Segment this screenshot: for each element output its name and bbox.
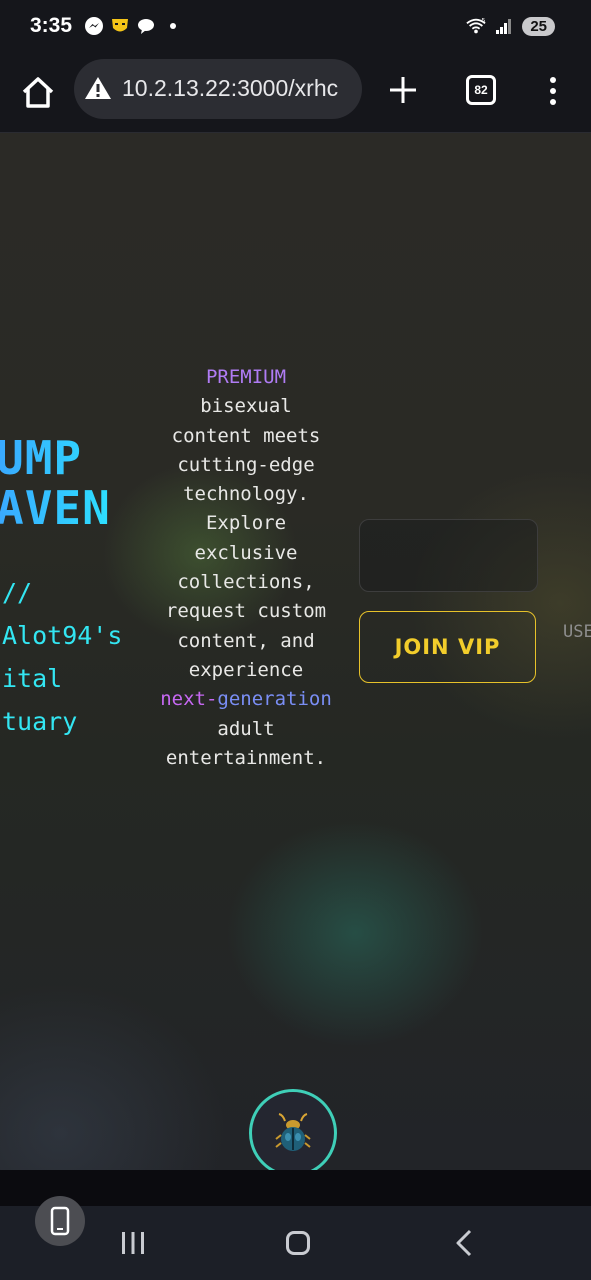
notification-icons — [84, 16, 176, 36]
beetle-icon — [275, 1113, 311, 1151]
page-content: UMP AVEN // Alot94's ital tuary PREMIUM … — [0, 133, 591, 1170]
browser-toolbar: 10.2.13.22:3000/xrhc 82 — [0, 56, 591, 133]
hero-sub-line1: // — [2, 578, 33, 607]
battery-level: 25 — [522, 16, 555, 36]
system-icons: 5 25 — [466, 16, 555, 36]
menu-dots-icon[interactable] — [540, 74, 566, 108]
hero-title: UMP AVEN — [0, 433, 111, 533]
hero-subtitle: // Alot94's ital tuary — [2, 571, 122, 743]
system-navigation-bar — [0, 1206, 591, 1280]
warning-icon[interactable] — [84, 75, 112, 101]
bottom-strip — [0, 1170, 591, 1206]
next-highlight: next- — [160, 688, 218, 711]
url-bar[interactable]: 10.2.13.22:3000/xrhc — [74, 59, 362, 119]
grindr-icon — [110, 16, 130, 36]
svg-text:5: 5 — [482, 17, 486, 24]
more-notifications-dot — [170, 23, 176, 29]
status-bar: 3:35 5 25 — [0, 0, 591, 56]
join-vip-button[interactable]: JOIN VIP — [359, 611, 536, 683]
back-icon[interactable] — [454, 1228, 474, 1258]
hero-title-line1: UMP — [0, 431, 83, 485]
floating-avatar-button[interactable] — [249, 1089, 337, 1170]
recent-apps-icon[interactable] — [120, 1230, 146, 1256]
plus-icon[interactable] — [386, 73, 420, 107]
hero-sub-line2: Alot94's — [2, 621, 123, 650]
hero-sub-line4: tuary — [2, 707, 78, 736]
home-icon[interactable] — [18, 73, 58, 113]
premium-highlight: PREMIUM — [205, 366, 287, 388]
tabs-icon[interactable]: 82 — [466, 75, 496, 105]
use-text: USE — [563, 622, 591, 642]
description-part2: adult entertainment. — [165, 717, 327, 769]
rotate-screen-button[interactable] — [35, 1196, 85, 1246]
phone-rotate-icon — [50, 1206, 70, 1236]
hero-sub-line3: ital — [2, 664, 63, 693]
url-text[interactable]: 10.2.13.22:3000/xrhc — [122, 75, 338, 102]
generation-highlight: generation — [217, 688, 332, 711]
messenger-icon — [84, 16, 104, 36]
signal-icon — [494, 16, 514, 36]
status-time: 3:35 — [30, 14, 73, 37]
hero-title-line2: AVEN — [0, 481, 111, 535]
vip-input-box[interactable] — [359, 519, 538, 592]
nav-home-icon[interactable] — [286, 1231, 310, 1255]
chat-icon — [136, 16, 156, 36]
wifi-icon: 5 — [466, 16, 486, 36]
description: PREMIUM bisexual content meets cutting-e… — [155, 363, 337, 773]
description-part1: bisexual content meets cutting-edge tech… — [165, 395, 327, 681]
